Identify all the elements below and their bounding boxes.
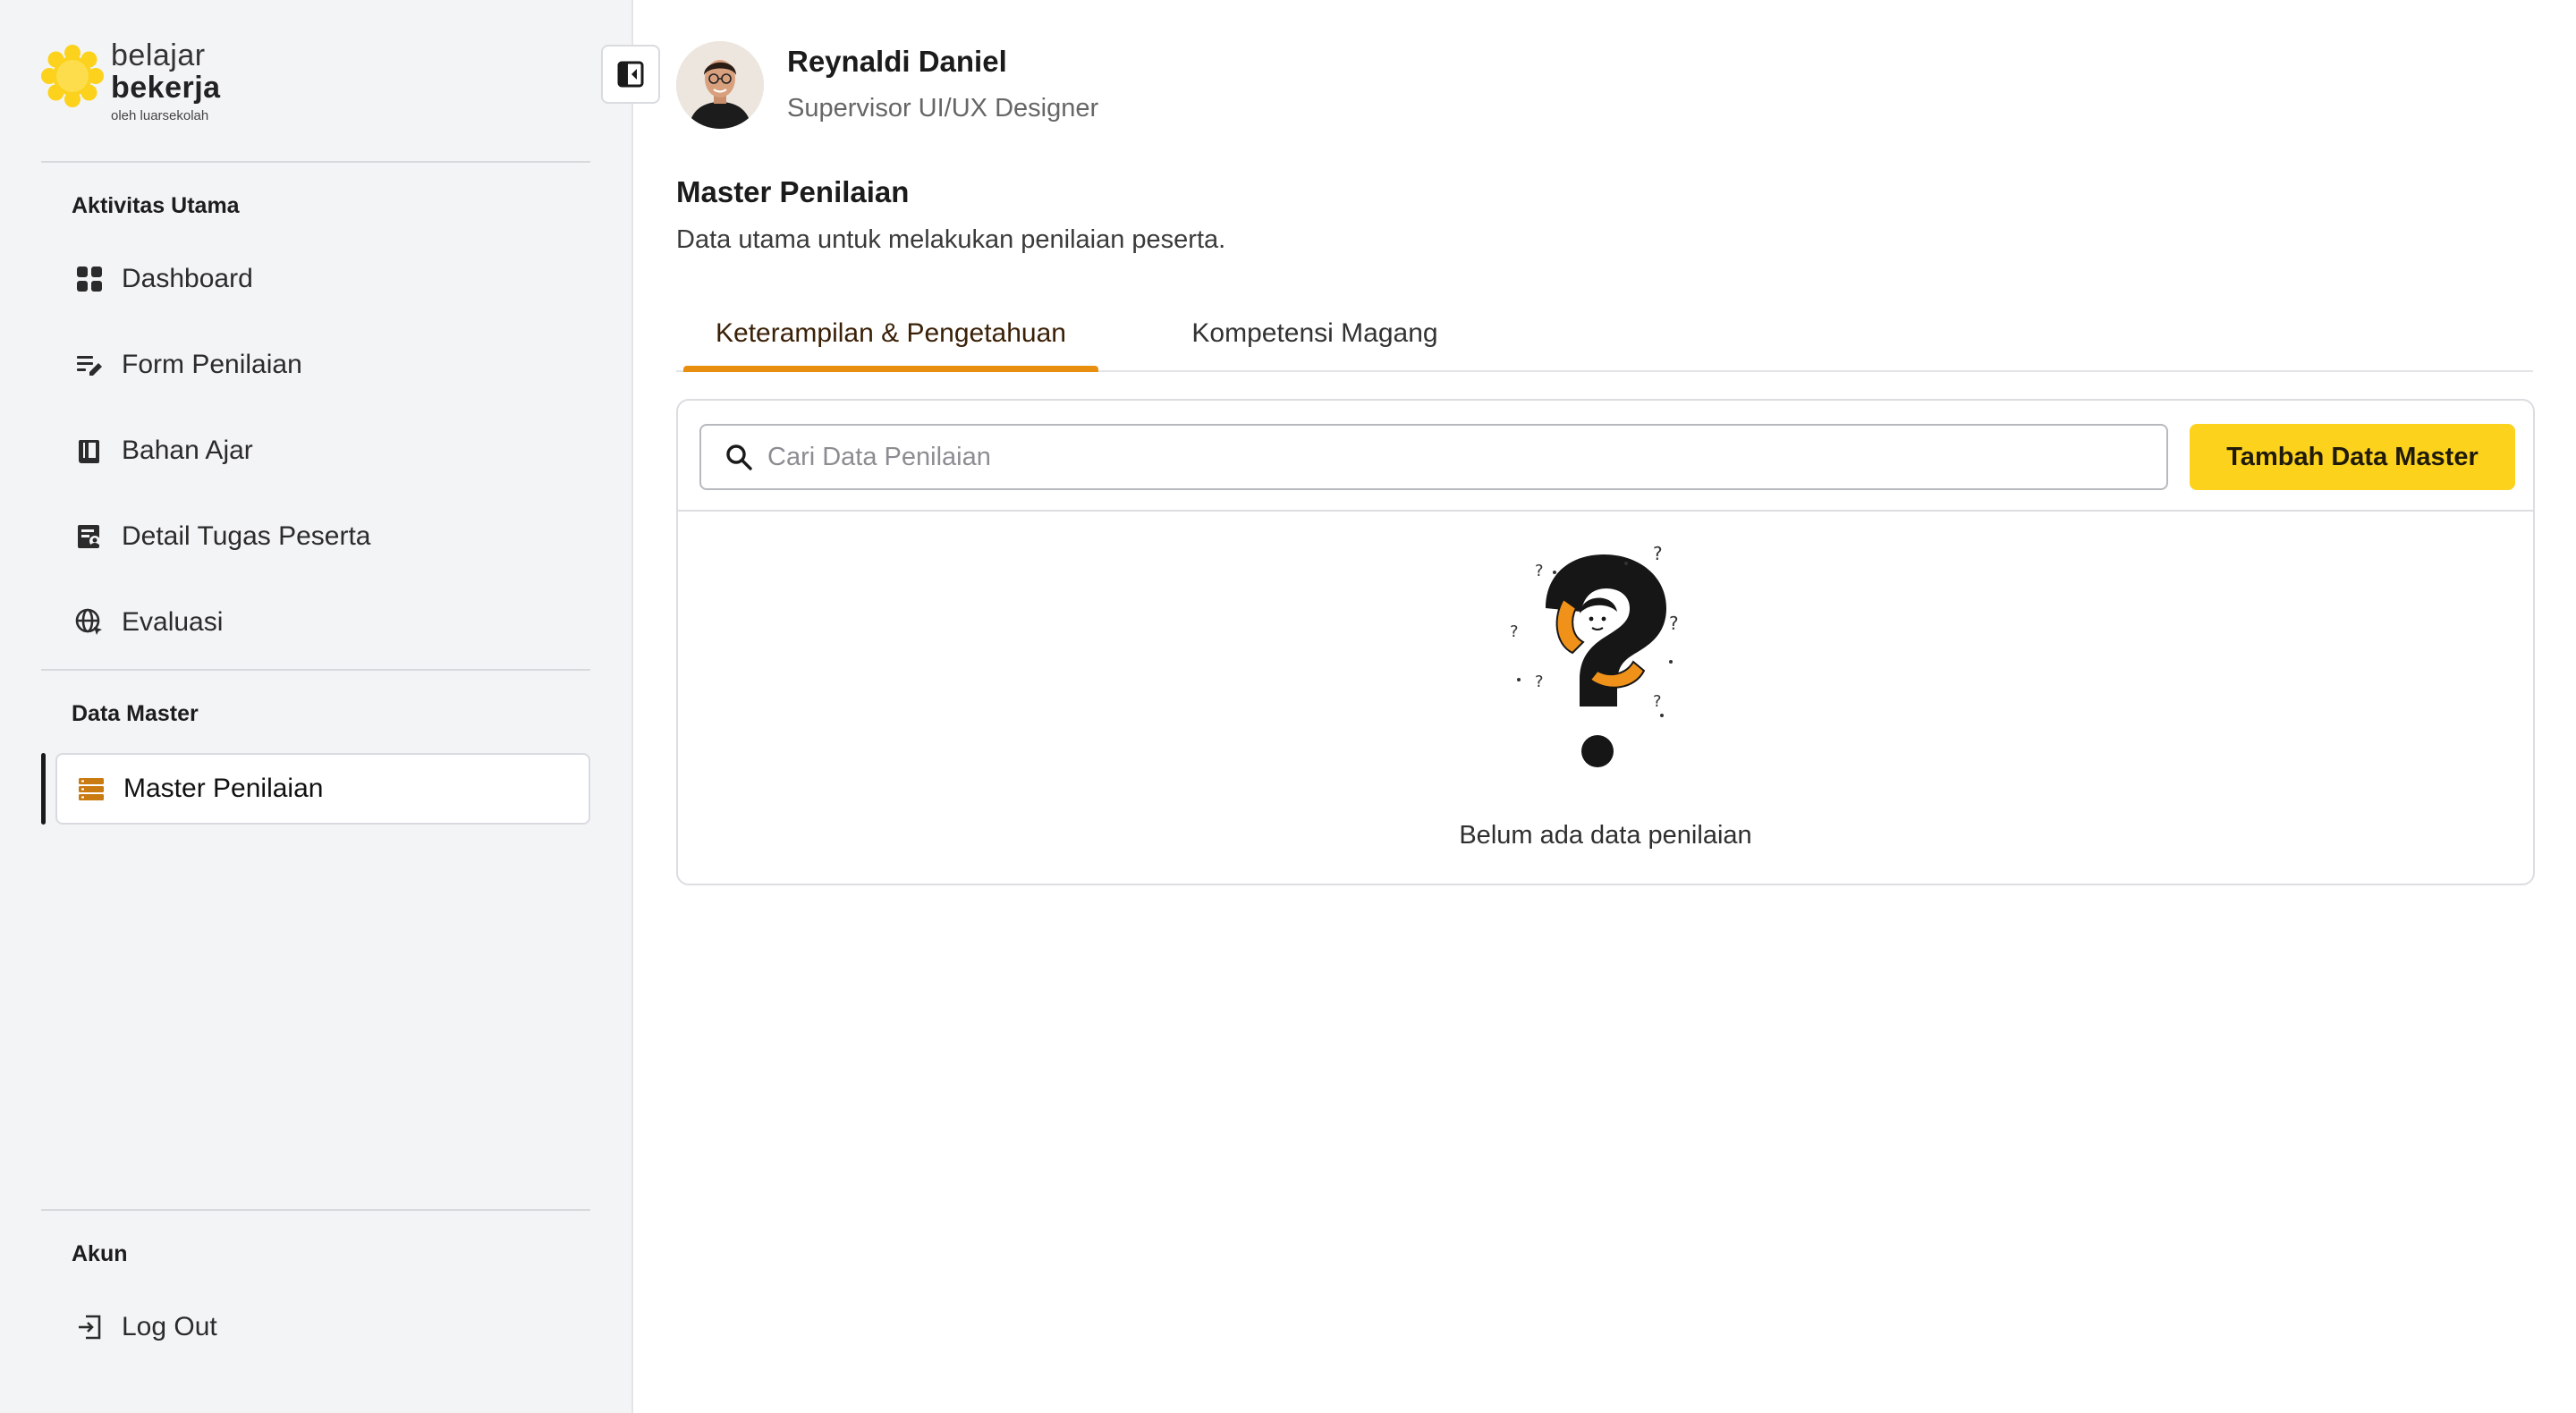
card-toolbar: Tambah Data Master [678, 401, 2533, 512]
sun-logo-icon [41, 45, 104, 107]
search-icon [726, 444, 752, 470]
svg-text:?: ? [1535, 673, 1544, 691]
svg-text:?: ? [1653, 692, 1662, 711]
sidebar: belajar bekerja oleh luarsekolah Aktivit… [0, 0, 633, 1413]
database-icon [75, 773, 107, 805]
section-title-aktivitas-utama: Aktivitas Utama [72, 193, 240, 218]
tab-label: Keterampilan & Pengetahuan [716, 318, 1066, 348]
sidebar-divider [41, 1209, 590, 1211]
sidebar-item-bahan-ajar[interactable]: Bahan Ajar [55, 415, 590, 487]
brand-line-2: bekerja [111, 71, 221, 105]
task-detail-icon [73, 520, 106, 553]
avatar [676, 41, 764, 129]
search-box[interactable] [699, 424, 2168, 490]
brand-line-1: belajar [111, 38, 206, 72]
sidebar-item-detail-tugas-peserta[interactable]: Detail Tugas Peserta [55, 501, 590, 572]
sidebar-item-form-penilaian[interactable]: Form Penilaian [55, 329, 590, 401]
svg-text:?: ? [1510, 622, 1519, 641]
svg-text:?: ? [1669, 613, 1679, 634]
sidebar-item-master-penilaian[interactable]: Master Penilaian [55, 753, 590, 825]
sidebar-divider [41, 161, 590, 163]
section-title-data-master: Data Master [72, 701, 199, 726]
tab-keterampilan-pengetahuan[interactable]: Keterampilan & Pengetahuan [683, 295, 1098, 372]
tab-label: Kompetensi Magang [1191, 318, 1438, 348]
empty-state-message: Belum ada data penilaian [1459, 821, 1752, 850]
sidebar-item-log-out[interactable]: Log Out [55, 1291, 590, 1363]
sidebar-item-label: Master Penilaian [123, 774, 324, 803]
grid-icon [73, 263, 106, 295]
svg-text:?: ? [1653, 543, 1663, 564]
active-indicator [41, 753, 46, 825]
edit-list-icon [73, 349, 106, 381]
master-data-card: Tambah Data Master ? ? ? ? ? ? Belum ada… [676, 399, 2535, 885]
sidebar-item-label: Bahan Ajar [122, 436, 253, 465]
sidebar-toggle-icon [617, 61, 644, 88]
search-input[interactable] [767, 442, 2109, 472]
section-title-akun: Akun [72, 1241, 128, 1266]
sidebar-divider [41, 669, 590, 671]
sidebar-item-dashboard[interactable]: Dashboard [55, 243, 590, 315]
user-profile: Reynaldi Daniel Supervisor UI/UX Designe… [676, 41, 1098, 129]
globe-icon [73, 606, 106, 639]
sidebar-item-evaluasi[interactable]: Evaluasi [55, 587, 590, 658]
active-tab-indicator [683, 366, 1098, 372]
page-title: Master Penilaian [676, 175, 910, 208]
collapse-sidebar-button[interactable] [601, 45, 660, 104]
svg-text:?: ? [1535, 562, 1544, 580]
sidebar-item-label: Log Out [122, 1312, 217, 1341]
question-mark-illustration: ? ? ? ? ? ? [1510, 543, 1679, 767]
profile-name: Reynaldi Daniel [787, 45, 1007, 78]
tab-bar: Keterampilan & Pengetahuan Kompetensi Ma… [676, 295, 2533, 372]
add-master-data-button[interactable]: Tambah Data Master [2190, 424, 2515, 490]
sidebar-item-label: Detail Tugas Peserta [122, 521, 371, 551]
sidebar-item-label: Dashboard [122, 264, 253, 293]
page-subtitle: Data utama untuk melakukan penilaian pes… [676, 225, 1226, 254]
profile-role: Supervisor UI/UX Designer [787, 94, 1099, 123]
tab-kompetensi-magang[interactable]: Kompetensi Magang [1120, 295, 1510, 372]
sidebar-item-label: Evaluasi [122, 607, 224, 637]
sidebar-item-label: Form Penilaian [122, 350, 302, 379]
logout-icon [73, 1311, 106, 1343]
brand-logo[interactable]: belajar bekerja oleh luarsekolah [41, 38, 256, 123]
book-icon [73, 435, 106, 467]
brand-tagline: oleh luarsekolah [111, 108, 209, 123]
